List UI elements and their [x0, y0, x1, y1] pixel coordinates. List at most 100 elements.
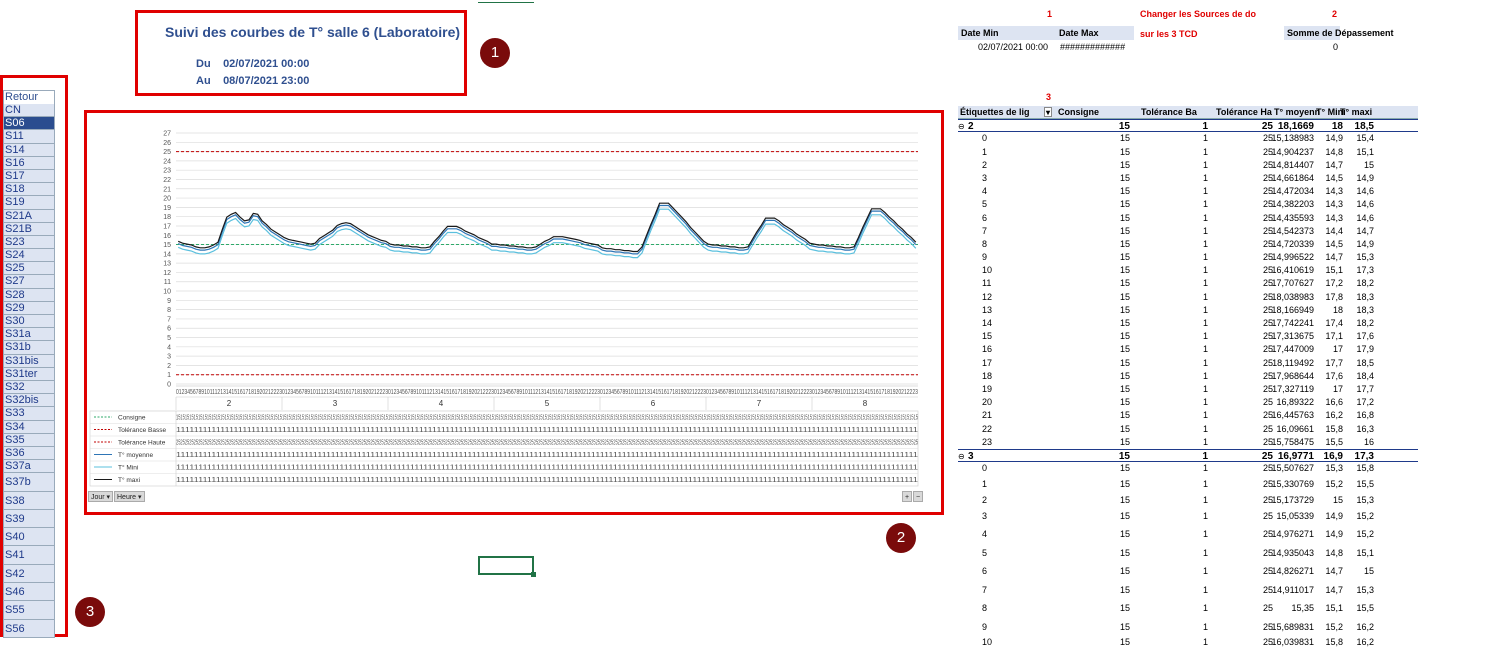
- collapse-button[interactable]: −: [913, 491, 924, 502]
- slicer-item-s55[interactable]: S55: [3, 601, 55, 620]
- slicer-item-cn[interactable]: CN: [3, 104, 55, 118]
- pivot-cell-tb: 1: [1202, 397, 1208, 408]
- slicer-item-s19[interactable]: S19: [3, 196, 55, 210]
- pivot-row[interactable]: 16 15 1 25 17,447009 17 17,9: [958, 343, 1418, 356]
- pivot-row-label: 11: [982, 278, 992, 289]
- slicer-item-s36[interactable]: S36: [3, 446, 55, 461]
- jour-field-button[interactable]: Jour ▾: [88, 491, 114, 502]
- pivot-cell-c: 15: [1119, 566, 1130, 577]
- slicer-item-s11[interactable]: S11: [3, 130, 55, 144]
- pivot-cell-c: 15: [1119, 133, 1130, 144]
- pivot-group-row[interactable]: 2 15 1 25 18,1669 18 18,5 ⊖: [958, 119, 1418, 133]
- pivot-row[interactable]: 1 15 1 25 15,330769 15,2 15,5: [958, 475, 1418, 494]
- slicer-item-s23[interactable]: S23: [3, 235, 55, 250]
- pivot-row[interactable]: 9 15 1 25 14,996522 14,7 15,3: [958, 251, 1418, 264]
- pivot-row[interactable]: 15 15 1 25 17,313675 17,1 17,6: [958, 330, 1418, 343]
- pivot-row[interactable]: 3 15 1 25 14,661864 14,5 14,9: [958, 172, 1418, 185]
- collapse-icon[interactable]: ⊖: [958, 120, 965, 133]
- slicer-header[interactable]: Retour: [3, 90, 55, 104]
- pivot-row[interactable]: 2 15 1 25 15,173729 15 15,3: [958, 494, 1418, 507]
- pivot-row[interactable]: 19 15 1 25 17,327119 17 17,7: [958, 383, 1418, 396]
- slicer-item-s21b[interactable]: S21B: [3, 222, 55, 236]
- pivot-row[interactable]: 3 15 1 25 15,05339 14,9 15,2: [958, 507, 1418, 526]
- pivot-cell-c: 15: [1119, 423, 1130, 434]
- slicer-item-s31ter[interactable]: S31ter: [3, 367, 55, 381]
- pivot-filter-dropdown-icon[interactable]: ▾: [1044, 107, 1053, 117]
- slicer-item-s21a[interactable]: S21A: [3, 209, 55, 223]
- pivot-row[interactable]: 20 15 1 25 16,89322 16,6 17,2: [958, 396, 1418, 409]
- temperature-chart[interactable]: 0123456789101112131415161718192021222324…: [88, 113, 938, 503]
- pivot-row[interactable]: 10 15 1 25 16,039831 15,8 16,2: [958, 636, 1418, 649]
- slicer-item-s29[interactable]: S29: [3, 301, 55, 315]
- slicer-item-s41[interactable]: S41: [3, 546, 55, 565]
- slicer-item-s28[interactable]: S28: [3, 288, 55, 302]
- pivot-row[interactable]: 8 15 1 25 15,35 15,1 15,5: [958, 599, 1418, 618]
- pivot-cell-max: 16,3: [1356, 423, 1374, 434]
- pivot-row[interactable]: 2 15 1 25 14,814407 14,7 15: [958, 159, 1418, 172]
- pivot-row[interactable]: 1 15 1 25 14,904237 14,8 15,1: [958, 146, 1418, 159]
- pivot-row[interactable]: 7 15 1 25 14,911017 14,7 15,3: [958, 581, 1418, 600]
- pivot-row[interactable]: 22 15 1 25 16,09661 15,8 16,3: [958, 423, 1418, 436]
- slicer-item-s18[interactable]: S18: [3, 183, 55, 197]
- slicer-item-s37a[interactable]: S37a: [3, 460, 55, 474]
- pivot-row[interactable]: 6 15 1 25 14,435593 14,3 14,6: [958, 212, 1418, 225]
- slicer-item-s37b[interactable]: S37b: [3, 473, 55, 492]
- slicer-item-s27[interactable]: S27: [3, 275, 55, 289]
- pivot-group-row[interactable]: 3 15 1 25 16,9771 16,9 17,3 ⊖: [958, 448, 1418, 463]
- pivot-row[interactable]: 9 15 1 25 15,689831 15,2 16,2: [958, 618, 1418, 637]
- pivot-row[interactable]: 18 15 1 25 17,968644 17,6 18,4: [958, 370, 1418, 383]
- pivot-row[interactable]: 5 15 1 25 14,382203 14,3 14,6: [958, 198, 1418, 211]
- heure-field-button[interactable]: Heure ▾: [114, 491, 145, 502]
- slicer-item-s40[interactable]: S40: [3, 528, 55, 547]
- legend-label: T° moyenne: [118, 451, 154, 459]
- pivot-cell-tb: 1: [1202, 637, 1208, 648]
- pivot-row[interactable]: 4 15 1 25 14,472034 14,3 14,6: [958, 185, 1418, 198]
- slicer-item-s39[interactable]: S39: [3, 509, 55, 529]
- pivot-row[interactable]: 10 15 1 25 16,410619 15,1 17,3: [958, 264, 1418, 277]
- pivot-row[interactable]: 23 15 1 25 15,758475 15,5 16: [958, 436, 1418, 449]
- pivot-cell-min: 14,3: [1325, 199, 1343, 210]
- pivot-cell-c: 15: [1119, 291, 1130, 302]
- pivot-cell-c: 15: [1119, 529, 1130, 540]
- slicer-item-s31a[interactable]: S31a: [3, 328, 55, 342]
- pivot-row[interactable]: 4 15 1 25 14,976271 14,9 15,2: [958, 525, 1418, 544]
- pivot-row[interactable]: 17 15 1 25 18,119492 17,7 18,5: [958, 357, 1418, 370]
- slicer-item-s16[interactable]: S16: [3, 156, 55, 170]
- pivot-row[interactable]: 7 15 1 25 14,542373 14,4 14,7: [958, 225, 1418, 238]
- pivot-row[interactable]: 6 15 1 25 14,826271 14,7 15: [958, 562, 1418, 581]
- pivot-cell-tb: 1: [1202, 529, 1208, 540]
- pivot-row-label: 16: [982, 344, 993, 355]
- expand-button[interactable]: +: [902, 491, 913, 502]
- slicer-item-s32bis[interactable]: S32bis: [3, 394, 55, 408]
- slicer-item-s31b[interactable]: S31b: [3, 341, 55, 355]
- pivot-row[interactable]: 0 15 1 25 15,138983 14,9 15,4: [958, 132, 1418, 145]
- slicer-item-s38[interactable]: S38: [3, 491, 55, 510]
- selected-cell[interactable]: [478, 556, 536, 577]
- pivot-row[interactable]: 21 15 1 25 16,445763 16,2 16,8: [958, 409, 1418, 422]
- pivot-cell-c: 15: [1119, 186, 1130, 197]
- pivot-row[interactable]: 13 15 1 25 18,166949 18 18,3: [958, 304, 1418, 317]
- slicer-item-s30[interactable]: S30: [3, 315, 55, 329]
- slicer-item-s42[interactable]: S42: [3, 564, 55, 584]
- slicer-item-s14[interactable]: S14: [3, 143, 55, 157]
- slicer-item-s34[interactable]: S34: [3, 420, 55, 434]
- slicer-item-s06[interactable]: S06: [3, 117, 55, 131]
- slicer-item-s56[interactable]: S56: [3, 619, 55, 638]
- pivot-row[interactable]: 11 15 1 25 17,707627 17,2 18,2: [958, 277, 1418, 290]
- slicer-item-s25[interactable]: S25: [3, 262, 55, 276]
- pivot-row[interactable]: 8 15 1 25 14,720339 14,5 14,9: [958, 238, 1418, 251]
- pivot-row[interactable]: 5 15 1 25 14,935043 14,8 15,1: [958, 544, 1418, 563]
- pivot-table[interactable]: Étiquettes de lig Consigne Tolérance Ba Tol…: [958, 106, 1418, 650]
- pivot-header-0[interactable]: Étiquettes de lig: [960, 106, 1030, 119]
- slicer-item-s35[interactable]: S35: [3, 433, 55, 447]
- slicer-item-s33[interactable]: S33: [3, 407, 55, 421]
- slicer-item-s24[interactable]: S24: [3, 249, 55, 263]
- pivot-row[interactable]: 14 15 1 25 17,742241 17,4 18,2: [958, 317, 1418, 330]
- slicer-item-s32[interactable]: S32: [3, 380, 55, 395]
- pivot-row[interactable]: 12 15 1 25 18,038983 17,8 18,3: [958, 291, 1418, 304]
- pivot-row[interactable]: 0 15 1 25 15,507627 15,3 15,8: [958, 462, 1418, 475]
- collapse-icon[interactable]: ⊖: [958, 450, 965, 463]
- slicer-item-s17[interactable]: S17: [3, 169, 55, 184]
- slicer-item-s31bis[interactable]: S31bis: [3, 354, 55, 368]
- slicer-item-s46[interactable]: S46: [3, 583, 55, 602]
